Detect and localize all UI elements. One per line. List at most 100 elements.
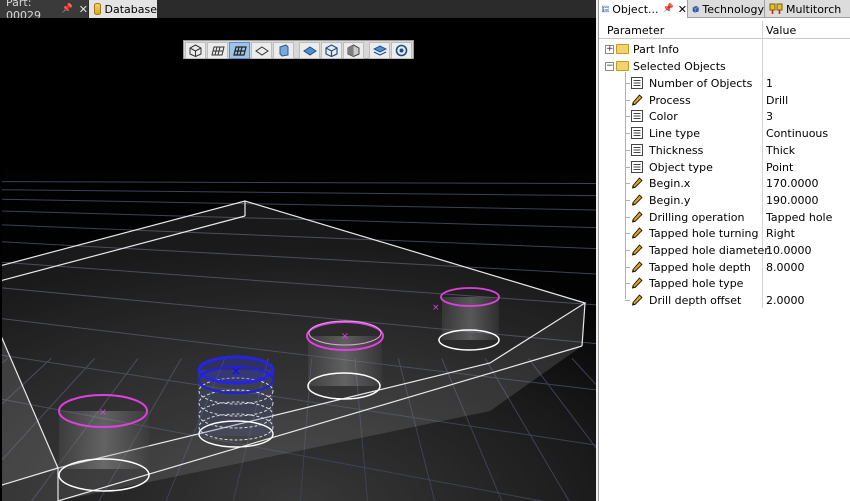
- property-value[interactable]: Tapped hole: [766, 211, 832, 224]
- tapped-hole-selected[interactable]: ×: [197, 355, 275, 448]
- tree-connector: [625, 266, 630, 268]
- property-value[interactable]: 170.0000: [766, 177, 819, 190]
- tree-connector: [625, 99, 630, 101]
- technology-icon: [692, 6, 699, 13]
- property-row[interactable]: Tapped hole turning Right: [599, 225, 850, 242]
- property-row[interactable]: Drilling operation Tapped hole: [599, 209, 850, 226]
- property-name: Tapped hole depth: [649, 260, 751, 274]
- tree-connector: [625, 133, 630, 135]
- property-row[interactable]: Object type Point: [599, 159, 850, 176]
- property-name: Number of Objects: [649, 77, 753, 90]
- collapse-icon[interactable]: −: [605, 62, 614, 71]
- side-view-icon[interactable]: [343, 42, 364, 59]
- pencil-icon: [631, 261, 643, 273]
- property-name: Tapped hole turning: [649, 227, 759, 241]
- property-row[interactable]: Thickness Thick: [599, 142, 850, 159]
- readonly-icon: [631, 77, 643, 89]
- property-value[interactable]: Drill: [766, 94, 788, 107]
- pin-icon[interactable]: 📌: [62, 4, 73, 14]
- property-row[interactable]: Drill depth offset 2.0000: [599, 292, 850, 309]
- wireframe-view-icon[interactable]: [207, 42, 228, 59]
- property-value[interactable]: 190.0000: [766, 194, 819, 207]
- tab-multitorch-label: Multitorch: [786, 2, 842, 16]
- property-row[interactable]: Begin.y 190.0000: [599, 192, 850, 209]
- grid-view-icon[interactable]: [229, 42, 250, 59]
- property-name: Begin.y: [649, 193, 691, 207]
- property-name: Color: [649, 110, 678, 124]
- 3d-viewport[interactable]: × × × ×: [2, 18, 596, 501]
- property-value[interactable]: Right: [766, 227, 795, 240]
- layers-view-icon[interactable]: [369, 42, 390, 59]
- close-icon[interactable]: ✕: [678, 3, 687, 16]
- property-value[interactable]: Continuous: [766, 127, 828, 140]
- property-row[interactable]: Tapped hole type: [599, 275, 850, 292]
- folder-icon: [616, 44, 629, 54]
- property-row[interactable]: Number of Objects 1: [599, 75, 850, 92]
- group-part-info[interactable]: + Part Info: [599, 41, 850, 58]
- property-value[interactable]: 10.0000: [766, 244, 812, 257]
- property-row[interactable]: Begin.x 170.0000: [599, 175, 850, 192]
- property-row[interactable]: Line type Continuous: [599, 125, 850, 142]
- svg-text:×: ×: [99, 407, 107, 418]
- pencil-icon: [631, 211, 643, 223]
- tab-multitorch[interactable]: Multitorch: [766, 0, 850, 18]
- readonly-icon: [631, 160, 643, 173]
- column-header-value[interactable]: Value: [766, 24, 796, 37]
- tab-objects-label: Object...: [612, 2, 659, 16]
- property-row[interactable]: Process Drill: [599, 92, 850, 109]
- folder-icon: [616, 61, 629, 71]
- property-row[interactable]: Tapped hole depth 8.0000: [599, 259, 850, 276]
- database-icon: [94, 3, 101, 15]
- readonly-icon: [631, 110, 643, 123]
- property-value[interactable]: 3: [766, 110, 773, 123]
- multitorch-icon: [769, 3, 783, 14]
- property-value[interactable]: 8.0000: [766, 261, 805, 274]
- property-name: Line type: [649, 127, 700, 141]
- property-value[interactable]: Thick: [766, 144, 795, 157]
- pin-icon[interactable]: 📌: [663, 4, 674, 14]
- tab-database-label: Database: [104, 2, 158, 16]
- group-label: Selected Objects: [633, 60, 726, 73]
- pencil-icon: [631, 244, 643, 256]
- property-value[interactable]: 1: [766, 77, 773, 90]
- tree-connector: [625, 83, 630, 84]
- tab-part[interactable]: Part: 00029 📌 ✕: [0, 0, 88, 22]
- object-list-icon: [602, 5, 610, 13]
- property-name: Thickness: [649, 143, 704, 157]
- pencil-icon: [631, 94, 643, 106]
- tab-technology[interactable]: Technology: [689, 0, 765, 18]
- rotate-view-icon[interactable]: [391, 42, 412, 59]
- tree-connector: [625, 216, 630, 218]
- shaded-view-icon[interactable]: [273, 42, 294, 59]
- front-view-icon[interactable]: [251, 42, 272, 59]
- property-row[interactable]: Color 3: [599, 108, 850, 125]
- object-properties-panel: Object... 📌 ✕ Technology Multitorch Para…: [598, 0, 850, 501]
- property-grid-header: Parameter Value: [599, 21, 850, 39]
- property-name: Drill depth offset: [649, 294, 742, 308]
- box-view-icon[interactable]: [321, 42, 342, 59]
- property-name: Tapped hole diameter: [649, 244, 769, 257]
- property-name: Begin.x: [649, 177, 691, 191]
- property-name: Process: [649, 93, 691, 107]
- close-icon[interactable]: ✕: [79, 3, 88, 16]
- pencil-icon: [631, 277, 643, 289]
- property-value[interactable]: 2.0000: [766, 294, 805, 307]
- expand-icon[interactable]: +: [605, 45, 614, 54]
- tab-objects[interactable]: Object... 📌 ✕: [599, 0, 688, 18]
- property-value[interactable]: Point: [766, 161, 793, 174]
- tree-connector: [625, 116, 630, 118]
- pencil-icon: [631, 294, 643, 306]
- tab-technology-label: Technology: [702, 2, 764, 16]
- top-view-icon[interactable]: [299, 42, 320, 59]
- column-header-parameter[interactable]: Parameter: [607, 24, 664, 37]
- scene-canvas[interactable]: × × × ×: [2, 18, 596, 501]
- group-selected-objects[interactable]: − Selected Objects: [599, 58, 850, 75]
- property-name: Tapped hole type: [649, 277, 744, 291]
- readonly-icon: [631, 127, 643, 140]
- pencil-icon: [631, 194, 643, 206]
- tab-database[interactable]: Database: [89, 0, 157, 18]
- isometric-view-icon[interactable]: [185, 42, 206, 59]
- property-row[interactable]: Tapped hole diameter 10.0000: [599, 242, 850, 259]
- tree-connector: [625, 166, 630, 168]
- tree-connector: [625, 183, 630, 185]
